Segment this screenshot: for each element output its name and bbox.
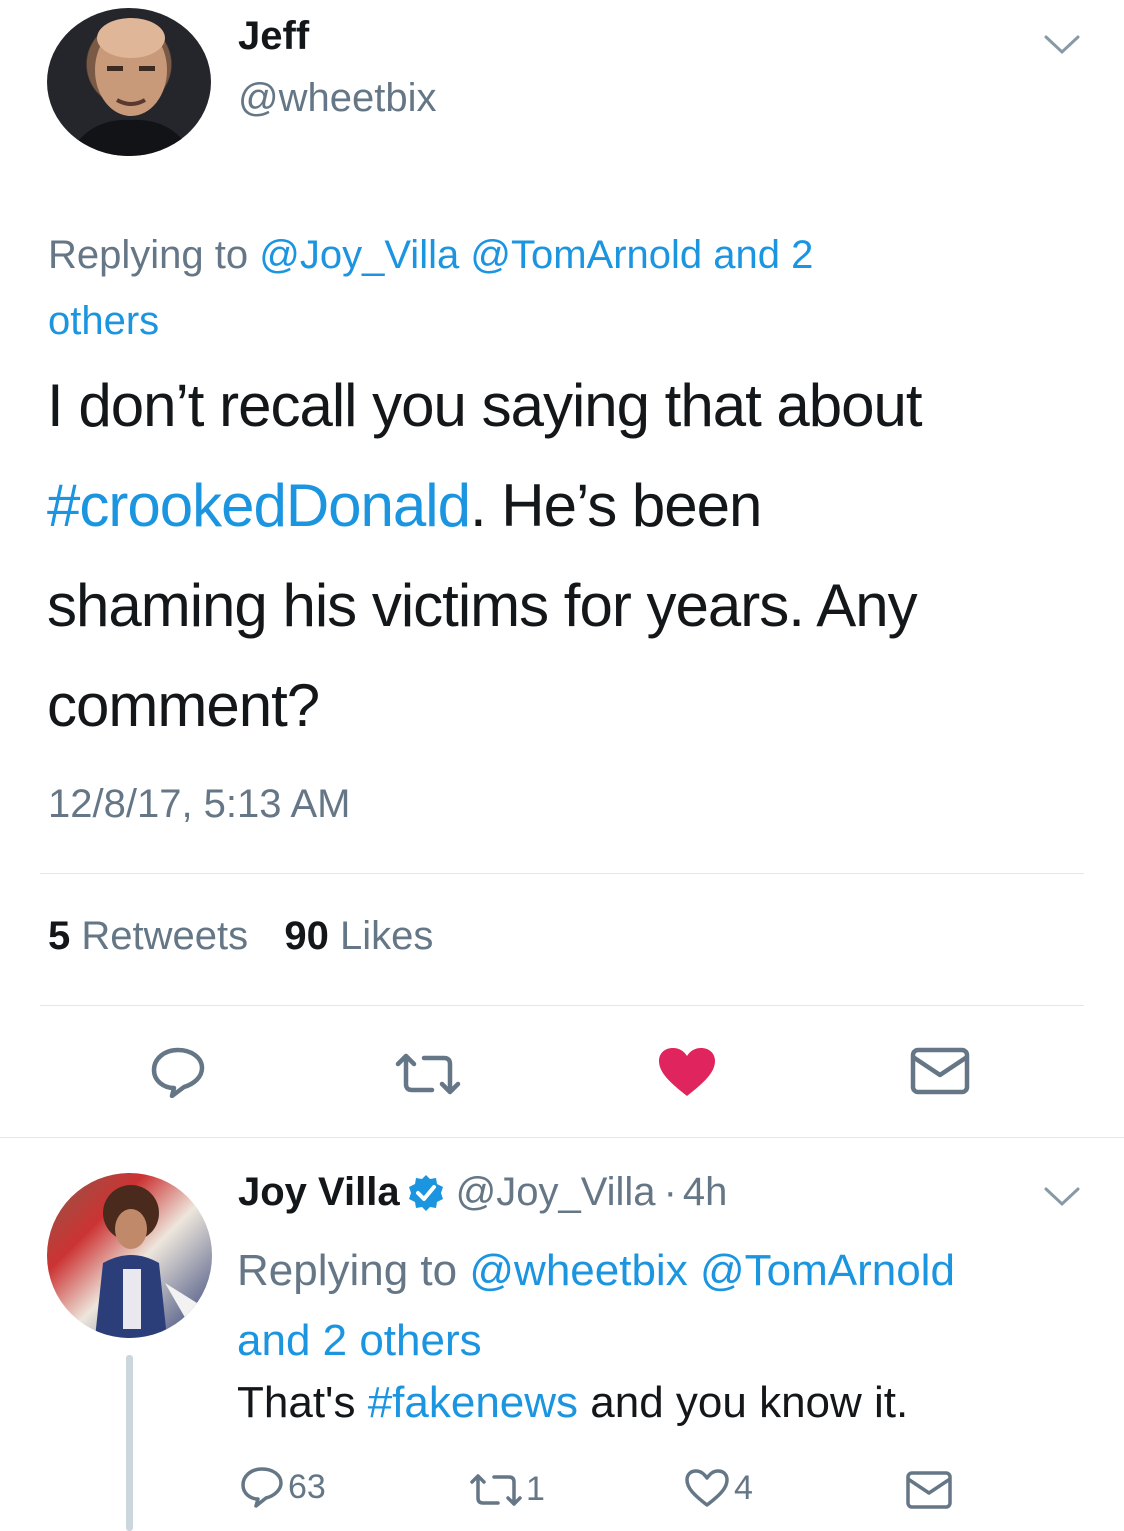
mention-link[interactable]: @TomArnold bbox=[470, 233, 702, 277]
tweet-text-line: I don’t recall you saying that about bbox=[47, 372, 923, 439]
others-link[interactable]: and 2 others bbox=[237, 1316, 482, 1365]
heart-filled-icon[interactable] bbox=[657, 1046, 717, 1098]
thread-line bbox=[126, 1355, 133, 1531]
separator: · bbox=[663, 1170, 677, 1214]
mention-link[interactable]: @TomArnold bbox=[700, 1246, 955, 1295]
likes-count[interactable]: 90 bbox=[284, 914, 329, 958]
reply-context: Replying to @Joy_Villa @TomArnold and 2 … bbox=[48, 222, 1088, 354]
reply-button[interactable]: 63 bbox=[240, 1466, 326, 1508]
heart-outline-icon bbox=[685, 1469, 729, 1507]
avatar[interactable] bbox=[47, 8, 211, 156]
divider bbox=[40, 873, 1084, 874]
tweet-text-fragment: and you know it. bbox=[590, 1378, 909, 1427]
chevron-down-icon[interactable] bbox=[1044, 34, 1080, 56]
avatar-portrait-icon bbox=[95, 1185, 197, 1338]
others-link[interactable]: and 2 bbox=[713, 233, 813, 277]
retweet-icon[interactable] bbox=[392, 1050, 464, 1098]
retweet-button[interactable]: 1 bbox=[468, 1470, 545, 1509]
others-link[interactable]: others bbox=[48, 299, 159, 343]
tweet-text: That's #fakenews and you know it. bbox=[237, 1378, 908, 1428]
like-count: 4 bbox=[734, 1468, 753, 1507]
avatar-portrait-icon bbox=[69, 18, 193, 156]
handle[interactable]: @Joy_Villa bbox=[456, 1170, 656, 1215]
replying-to-label: Replying to bbox=[237, 1246, 458, 1295]
tweet-text-fragment: . He’s been bbox=[469, 472, 762, 539]
tweet-text-line: #crookedDonald. He’s been bbox=[47, 456, 1107, 556]
divider bbox=[0, 1137, 1124, 1138]
engagement-stats: 5 Retweets 90 Likes bbox=[48, 914, 433, 959]
relative-time[interactable]: 4h bbox=[683, 1170, 728, 1215]
tweet-text-line: shaming his victims for years. Any bbox=[47, 572, 918, 639]
tweet-text: I don’t recall you saying that about #cr… bbox=[47, 356, 1107, 756]
retweets-label[interactable]: Retweets bbox=[81, 914, 248, 958]
tweet-text-fragment: That's bbox=[237, 1378, 356, 1427]
chevron-down-icon[interactable] bbox=[1044, 1186, 1080, 1208]
reply-header: Joy Villa @Joy_Villa · 4h bbox=[238, 1170, 727, 1215]
reply-count: 63 bbox=[288, 1467, 326, 1506]
hashtag-link[interactable]: #fakenews bbox=[368, 1378, 578, 1427]
hashtag-link[interactable]: #crookedDonald bbox=[47, 472, 471, 539]
envelope-icon[interactable] bbox=[910, 1047, 970, 1095]
like-button[interactable]: 4 bbox=[684, 1468, 753, 1508]
likes-label[interactable]: Likes bbox=[340, 914, 433, 958]
verified-badge-icon bbox=[408, 1174, 443, 1211]
mention-link[interactable]: @wheetbix bbox=[469, 1246, 687, 1295]
retweet-icon bbox=[470, 1473, 522, 1506]
reply-context: Replying to @wheetbix @TomArnold and 2 o… bbox=[237, 1236, 1117, 1376]
tweet-text-line: comment? bbox=[47, 672, 320, 739]
reply-icon bbox=[241, 1467, 283, 1508]
envelope-icon[interactable] bbox=[905, 1470, 953, 1510]
timestamp[interactable]: 12/8/17, 5:13 AM bbox=[48, 782, 350, 827]
retweet-count: 1 bbox=[526, 1470, 545, 1508]
retweets-count[interactable]: 5 bbox=[48, 914, 70, 958]
handle[interactable]: @wheetbix bbox=[238, 76, 436, 121]
display-name[interactable]: Jeff bbox=[238, 14, 309, 59]
mention-link[interactable]: @Joy_Villa bbox=[259, 233, 459, 277]
avatar[interactable] bbox=[47, 1173, 212, 1338]
divider bbox=[40, 1005, 1084, 1006]
replying-to-label: Replying to bbox=[48, 233, 249, 277]
reply-icon[interactable] bbox=[150, 1046, 206, 1098]
display-name[interactable]: Joy Villa bbox=[238, 1170, 400, 1215]
